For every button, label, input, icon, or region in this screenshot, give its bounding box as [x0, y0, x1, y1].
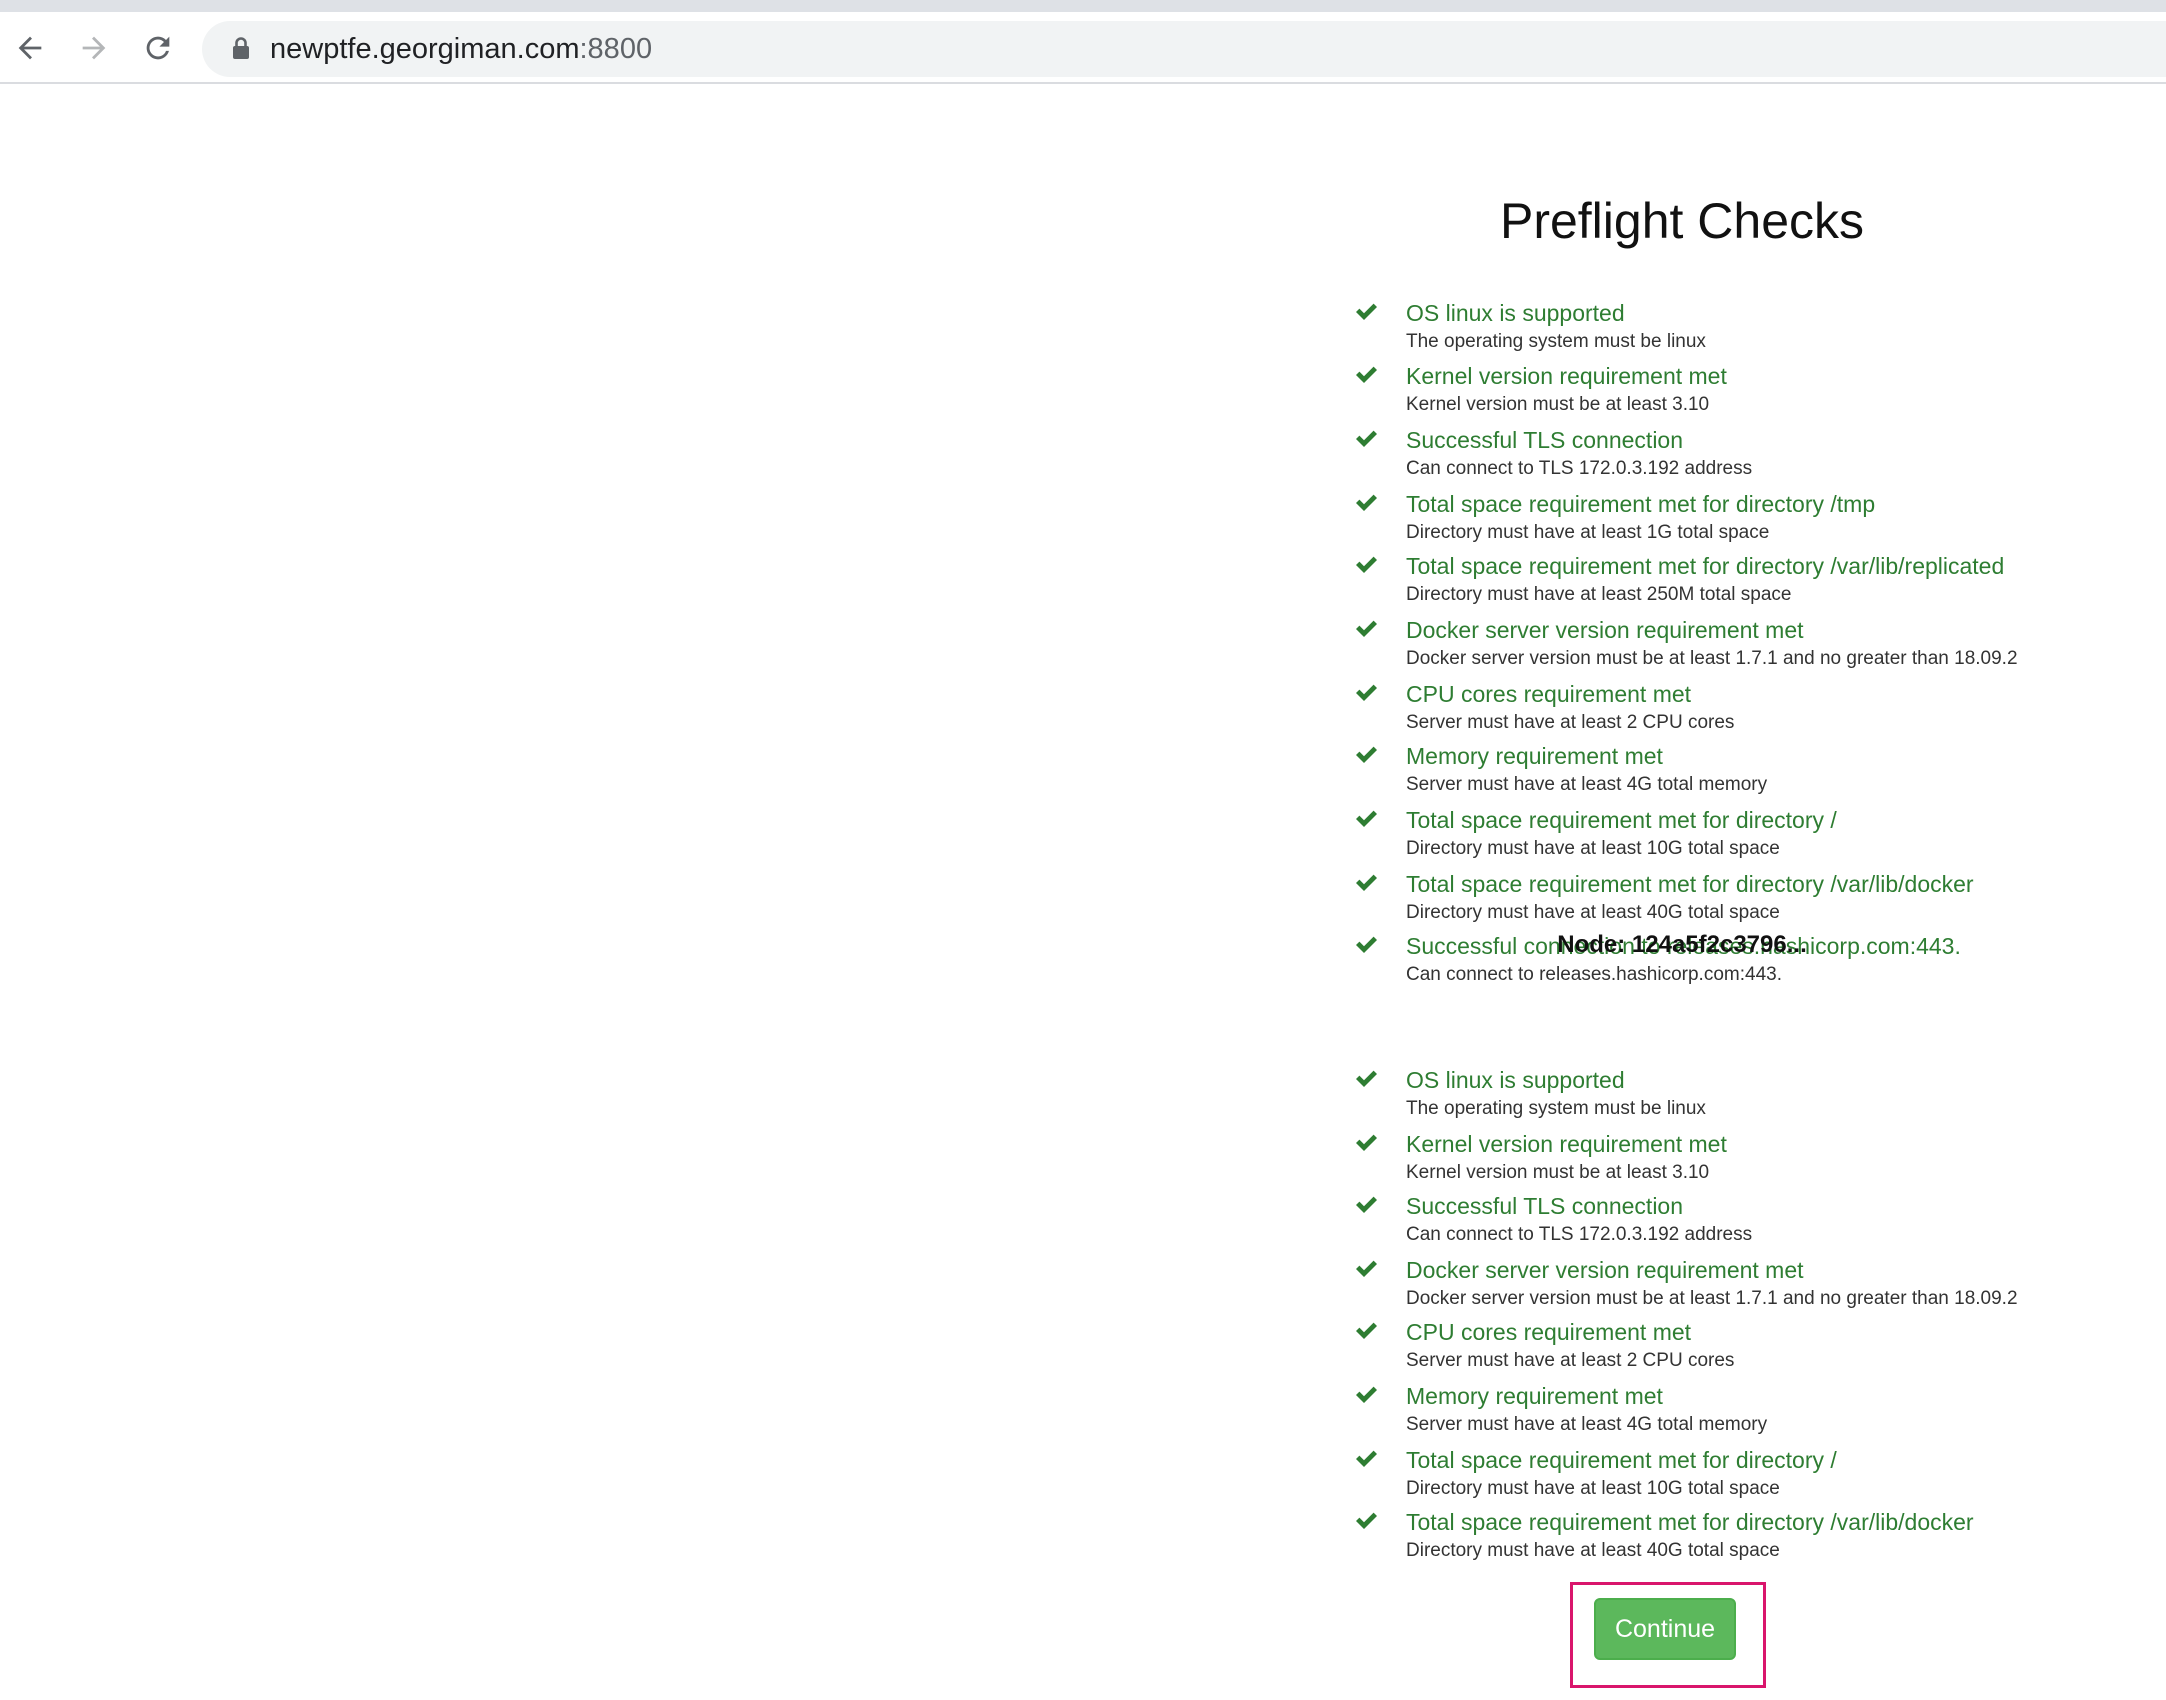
checkmark-icon — [1354, 1131, 1382, 1157]
check-title: Docker server version requirement met — [1406, 1257, 1804, 1283]
check-description: Can connect to TLS 172.0.3.192 address — [1406, 1224, 1753, 1245]
check-description: Docker server version must be at least 1… — [1406, 1288, 2018, 1309]
checkmark-icon — [1354, 807, 1382, 833]
checkmark-icon — [1354, 871, 1382, 897]
check-description: The operating system must be linux — [1406, 1098, 1706, 1119]
reload-button[interactable] — [138, 28, 178, 68]
continue-button[interactable]: Continue — [1594, 1598, 1736, 1660]
check-item: Memory requirement met Server must have a… — [1322, 741, 2042, 805]
check-description: Directory must have at least 40G total s… — [1406, 902, 1780, 923]
check-item: Total space requirement met for director… — [1322, 805, 2042, 869]
checkmark-icon — [1354, 491, 1382, 517]
checkmark-icon — [1354, 743, 1382, 769]
check-item: Total space requirement met for director… — [1322, 1507, 2042, 1571]
check-item: OS linux is supported The operating syste… — [1322, 1065, 2042, 1129]
check-title: CPU cores requirement met — [1406, 1319, 1692, 1345]
check-description: Directory must have at least 1G total sp… — [1406, 522, 1770, 543]
check-title: Total space requirement met for director… — [1406, 871, 1974, 897]
back-button[interactable] — [10, 28, 50, 68]
check-item: Memory requirement met Server must have a… — [1322, 1381, 2042, 1445]
check-title: CPU cores requirement met — [1406, 681, 1692, 707]
reload-icon — [141, 31, 175, 65]
check-description: Directory must have at least 250M total … — [1406, 584, 1792, 605]
check-title: Docker server version requirement met — [1406, 617, 1804, 643]
page-title: Preflight Checks — [1499, 193, 1865, 249]
checkmark-icon — [1354, 1509, 1382, 1535]
url-host: newptfe.georgiman.com — [270, 33, 580, 65]
check-item: Docker server version requirement met Doc… — [1322, 615, 2042, 679]
check-title: Total space requirement met for director… — [1406, 1447, 1837, 1473]
check-title: Total space requirement met for director… — [1406, 491, 1876, 517]
checkmark-icon — [1354, 1257, 1382, 1283]
checkmark-icon — [1354, 1447, 1382, 1473]
check-description: Kernel version must be at least 3.10 — [1406, 394, 1710, 415]
arrow-right-icon — [77, 31, 111, 65]
check-title: Total space requirement met for director… — [1406, 807, 1837, 833]
checkmark-icon — [1354, 1383, 1382, 1409]
lock-icon — [232, 36, 250, 60]
checkmark-icon — [1354, 363, 1382, 389]
check-title: Total space requirement met for director… — [1406, 1509, 1974, 1535]
preflight-panel: Preflight Checks OS linux is supported Th… — [1322, 84, 2042, 1700]
checkmark-icon — [1354, 1193, 1382, 1219]
checkmark-icon — [1354, 427, 1382, 453]
check-description: The operating system must be linux — [1406, 331, 1706, 352]
check-title: Successful TLS connection — [1406, 427, 1684, 453]
check-description: Directory must have at least 40G total s… — [1406, 1540, 1780, 1561]
checkmark-icon — [1354, 1067, 1382, 1093]
arrow-left-icon — [13, 31, 47, 65]
check-item: Total space requirement met for director… — [1322, 869, 2042, 933]
check-title: Memory requirement met — [1406, 743, 1663, 769]
check-description: Directory must have at least 10G total s… — [1406, 838, 1780, 859]
url-port: :8800 — [579, 33, 653, 65]
check-description: Can connect to releases.hashicorp.com:44… — [1406, 964, 1782, 985]
url-text: newptfe.georgiman.com:8800 — [270, 33, 652, 65]
check-title: OS linux is supported — [1406, 1067, 1625, 1093]
check-description: Kernel version must be at least 3.10 — [1406, 1162, 1710, 1183]
check-item: Successful TLS connection Can connect to … — [1322, 425, 2042, 489]
check-item: CPU cores requirement met Server must hav… — [1322, 1317, 2042, 1381]
check-description: Server must have at least 4G total memor… — [1406, 774, 1768, 795]
check-description: Server must have at least 2 CPU cores — [1406, 712, 1735, 733]
check-description: Directory must have at least 10G total s… — [1406, 1478, 1780, 1499]
check-item: CPU cores requirement met Server must hav… — [1322, 679, 2042, 743]
node-heading: Node: 124a5f2c3796... — [1557, 931, 1807, 958]
check-item: Total space requirement met for director… — [1322, 1445, 2042, 1509]
check-description: Docker server version must be at least 1… — [1406, 648, 2018, 669]
checkmark-icon — [1354, 1319, 1382, 1345]
check-item: Kernel version requirement met Kernel ver… — [1322, 1129, 2042, 1193]
check-item: Successful TLS connection Can connect to … — [1322, 1191, 2042, 1255]
check-item: Total space requirement met for director… — [1322, 489, 2042, 553]
forward-button[interactable] — [74, 28, 114, 68]
checkmark-icon — [1354, 681, 1382, 707]
check-item: Total space requirement met for director… — [1322, 551, 2042, 615]
checkmark-icon — [1354, 617, 1382, 643]
check-description: Server must have at least 2 CPU cores — [1406, 1350, 1735, 1371]
check-title: Kernel version requirement met — [1406, 363, 1727, 389]
checkmark-icon — [1354, 300, 1382, 326]
check-title: OS linux is supported — [1406, 300, 1625, 326]
browser-tab-strip — [0, 0, 2166, 12]
check-title: Kernel version requirement met — [1406, 1131, 1727, 1157]
browser-toolbar: newptfe.georgiman.com:8800 — [0, 12, 2166, 84]
check-title: Total space requirement met for director… — [1406, 553, 2005, 579]
check-item: Kernel version requirement met Kernel ver… — [1322, 361, 2042, 425]
check-description: Can connect to TLS 172.0.3.192 address — [1406, 458, 1753, 479]
check-item: Docker server version requirement met Doc… — [1322, 1255, 2042, 1319]
check-description: Server must have at least 4G total memor… — [1406, 1414, 1768, 1435]
check-title: Successful TLS connection — [1406, 1193, 1684, 1219]
check-item: OS linux is supported The operating syste… — [1322, 298, 2042, 362]
checkmark-icon — [1354, 553, 1382, 579]
address-bar[interactable]: newptfe.georgiman.com:8800 — [202, 21, 2166, 77]
check-title: Memory requirement met — [1406, 1383, 1663, 1409]
